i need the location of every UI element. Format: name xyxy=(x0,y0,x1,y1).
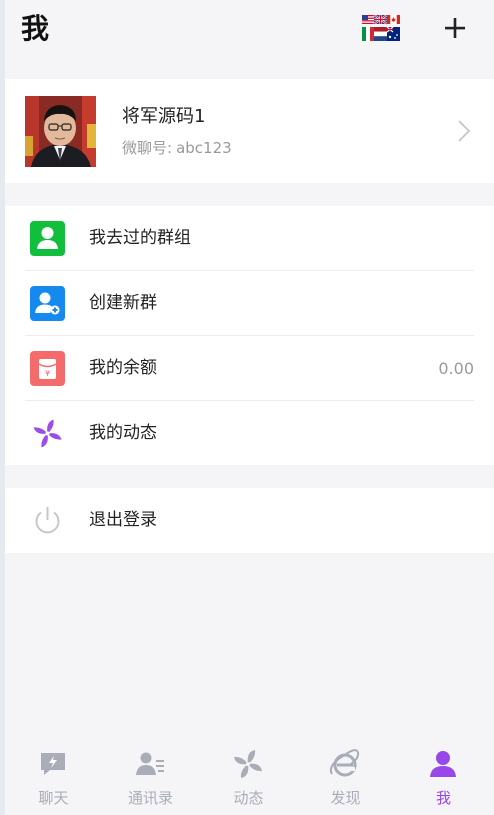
logout-label: 退出登录 xyxy=(89,510,157,530)
discover-icon xyxy=(329,748,361,780)
menu-label-groups: 我去过的群组 xyxy=(89,228,191,248)
profile-id-value: abc123 xyxy=(176,139,232,157)
page-title: 我 xyxy=(21,12,50,45)
me-icon xyxy=(427,748,459,780)
menu-item-create-group[interactable]: 创建新群 xyxy=(5,271,494,336)
profile-id: 微聊号: abc123 xyxy=(122,137,232,159)
svg-text:¥: ¥ xyxy=(45,369,50,378)
menu-item-moments[interactable]: 我的动态 xyxy=(5,401,494,466)
chevron-right-icon xyxy=(457,119,471,143)
menu-label-create-group: 创建新群 xyxy=(89,293,157,313)
group-user-icon xyxy=(30,221,65,256)
nav-label-discover: 发现 xyxy=(330,789,361,807)
nav-label-contacts: 通讯录 xyxy=(127,789,173,807)
nav-label-me: 我 xyxy=(435,789,451,807)
avatar[interactable] xyxy=(25,96,96,167)
balance-value: 0.00 xyxy=(438,359,474,378)
plus-icon[interactable] xyxy=(439,13,469,43)
red-packet-icon: ¥ xyxy=(30,351,65,386)
moments-icon xyxy=(232,748,264,780)
nav-label-chat: 聊天 xyxy=(38,789,69,807)
header: 我 xyxy=(5,0,494,60)
logout-button[interactable]: 退出登录 xyxy=(5,488,494,553)
bottom-nav: 聊天 通讯录 动态 发现 我 xyxy=(5,742,494,815)
menu-item-balance[interactable]: ¥ 我的余额 0.00 xyxy=(5,336,494,401)
menu-label-balance: 我的余额 xyxy=(89,358,157,378)
create-group-icon xyxy=(30,286,65,321)
pinwheel-icon xyxy=(30,416,65,451)
menu-label-moments: 我的动态 xyxy=(89,423,157,443)
power-icon xyxy=(30,503,65,538)
menu-item-groups[interactable]: 我去过的群组 xyxy=(5,206,494,271)
menu-list: 我去过的群组 创建新群 ¥ 我的余额 0.00 我的动态 xyxy=(5,206,494,465)
nav-tab-discover[interactable]: 发现 xyxy=(297,742,394,815)
nav-tab-contacts[interactable]: 通讯录 xyxy=(102,742,199,815)
language-flags-icon[interactable] xyxy=(362,14,400,41)
app-screen: 我 将军源码1 微聊号: abc123 我去过的群组 创建新群 ¥ 我的余额 0… xyxy=(5,0,494,815)
nav-tab-moments[interactable]: 动态 xyxy=(200,742,297,815)
chat-icon xyxy=(37,748,69,780)
profile-name: 将军源码1 xyxy=(122,106,206,127)
nav-label-moments: 动态 xyxy=(233,789,264,807)
contacts-icon xyxy=(134,748,166,780)
profile-card[interactable]: 将军源码1 微聊号: abc123 xyxy=(5,79,494,183)
nav-tab-me[interactable]: 我 xyxy=(395,742,492,815)
nav-tab-chat[interactable]: 聊天 xyxy=(5,742,102,815)
profile-id-label: 微聊号: xyxy=(122,139,173,157)
